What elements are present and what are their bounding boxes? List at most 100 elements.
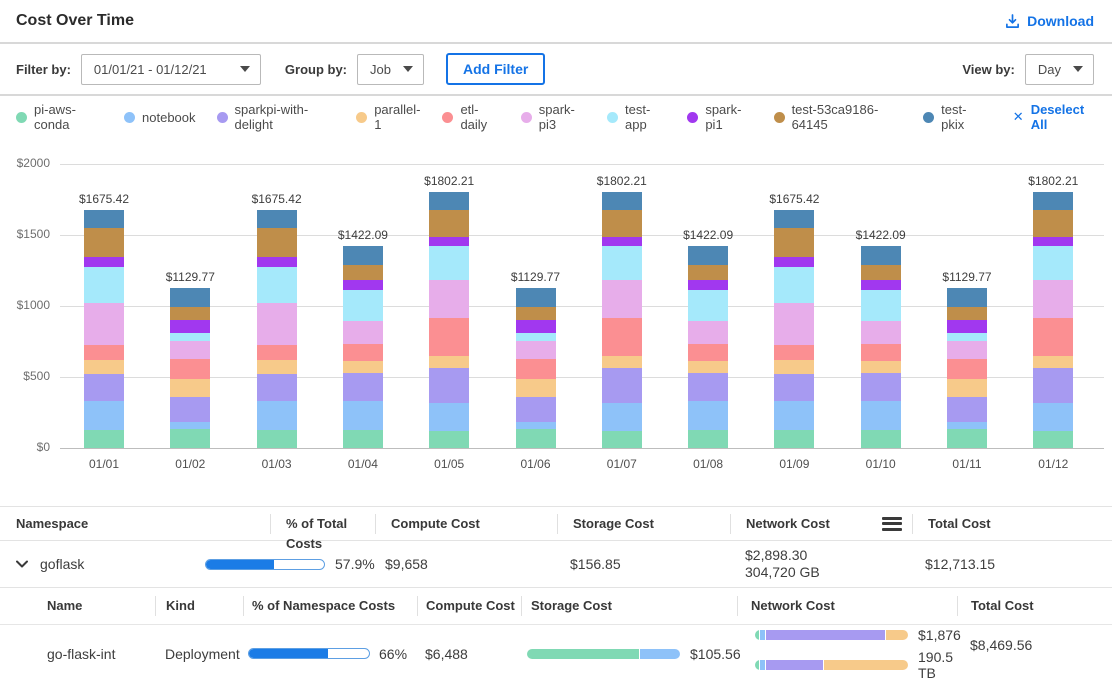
deselect-all-button[interactable]: ✕ Deselect All [1013,102,1096,132]
bar-segment-pi-aws-conda[interactable] [343,430,383,448]
bar-segment-parallel-1[interactable] [774,360,814,374]
bar-segment-test-53ca9186-64145[interactable] [947,307,987,321]
col-pct-namespace-costs[interactable]: % of Namespace Costs [243,596,417,616]
legend-item-test-53ca9186-64145[interactable]: test-53ca9186-64145 [774,102,903,132]
bar-segment-sparkpi-with-delight[interactable] [516,397,556,422]
bar-segment-parallel-1[interactable] [516,379,556,397]
bar-segment-spark-pi3[interactable] [861,321,901,344]
legend-item-pi-aws-conda[interactable]: pi-aws-conda [16,102,103,132]
legend-item-sparkpi-with-delight[interactable]: sparkpi-with-delight [217,102,336,132]
bar-segment-parallel-1[interactable] [602,356,642,368]
bar-segment-test-pkix[interactable] [516,288,556,307]
bar-segment-spark-pi3[interactable] [516,341,556,360]
legend-item-test-pkix[interactable]: test-pkix [923,102,984,132]
bar-stack-01/08[interactable] [688,246,728,448]
bar-segment-sparkpi-with-delight[interactable] [861,373,901,401]
bar-segment-test-53ca9186-64145[interactable] [343,265,383,280]
bar-segment-etl-daily[interactable] [170,359,210,379]
bar-segment-test-app[interactable] [602,246,642,281]
bar-segment-notebook[interactable] [343,401,383,430]
bar-segment-spark-pi1[interactable] [602,237,642,246]
bar-segment-pi-aws-conda[interactable] [861,430,901,448]
bar-segment-etl-daily[interactable] [688,344,728,361]
bar-segment-parallel-1[interactable] [257,360,297,374]
bar-segment-test-53ca9186-64145[interactable] [170,307,210,321]
bar-segment-pi-aws-conda[interactable] [1033,431,1073,448]
bar-segment-spark-pi1[interactable] [516,320,556,332]
bar-stack-01/07[interactable] [602,192,642,448]
bar-segment-notebook[interactable] [516,422,556,430]
col-network-cost[interactable]: Network Cost [730,514,882,534]
bar-stack-01/11[interactable] [947,288,987,448]
col-total-cost[interactable]: Total Cost [912,514,1112,534]
bar-segment-parallel-1[interactable] [343,361,383,373]
bar-segment-test-pkix[interactable] [861,246,901,265]
bar-segment-pi-aws-conda[interactable] [516,429,556,448]
bar-segment-spark-pi3[interactable] [947,341,987,360]
bar-segment-notebook[interactable] [257,401,297,430]
legend-item-etl-daily[interactable]: etl-daily [442,102,499,132]
col-network-cost[interactable]: Network Cost [737,596,957,616]
bar-segment-test-app[interactable] [84,267,124,303]
bar-segment-test-app[interactable] [947,333,987,341]
col-namespace[interactable]: Namespace [16,514,270,534]
col-kind[interactable]: Kind [155,596,243,616]
col-compute-cost[interactable]: Compute Cost [417,596,521,616]
bar-segment-test-53ca9186-64145[interactable] [1033,210,1073,237]
bar-stack-01/12[interactable] [1033,192,1073,448]
col-storage-cost[interactable]: Storage Cost [557,514,730,534]
bar-segment-test-pkix[interactable] [1033,192,1073,210]
bar-segment-test-pkix[interactable] [602,192,642,210]
bar-segment-test-app[interactable] [516,333,556,341]
bar-segment-etl-daily[interactable] [774,345,814,360]
bar-segment-notebook[interactable] [774,401,814,430]
bar-segment-notebook[interactable] [170,422,210,430]
bar-segment-etl-daily[interactable] [1033,318,1073,356]
add-filter-button[interactable]: Add Filter [446,53,545,85]
bar-segment-spark-pi3[interactable] [1033,280,1073,318]
bar-segment-pi-aws-conda[interactable] [170,429,210,448]
bar-segment-pi-aws-conda[interactable] [947,429,987,448]
bar-segment-test-app[interactable] [343,290,383,321]
bar-segment-test-53ca9186-64145[interactable] [774,228,814,257]
bar-stack-01/05[interactable] [429,192,469,448]
bar-segment-sparkpi-with-delight[interactable] [257,374,297,402]
bar-segment-test-app[interactable] [429,246,469,281]
bar-segment-test-53ca9186-64145[interactable] [429,210,469,237]
bar-segment-test-app[interactable] [861,290,901,321]
bar-segment-notebook[interactable] [84,401,124,430]
col-name[interactable]: Name [32,596,155,616]
bar-segment-spark-pi1[interactable] [170,320,210,332]
bar-segment-test-app[interactable] [170,333,210,341]
bar-segment-spark-pi1[interactable] [1033,237,1073,246]
bar-segment-test-pkix[interactable] [947,288,987,307]
bar-segment-test-53ca9186-64145[interactable] [602,210,642,237]
bar-segment-notebook[interactable] [429,403,469,431]
bar-segment-test-pkix[interactable] [429,192,469,210]
bar-segment-sparkpi-with-delight[interactable] [343,373,383,401]
bar-segment-sparkpi-with-delight[interactable] [774,374,814,402]
bar-segment-test-pkix[interactable] [688,246,728,265]
bar-segment-etl-daily[interactable] [84,345,124,360]
bar-segment-pi-aws-conda[interactable] [429,431,469,448]
col-total-cost[interactable]: Total Cost [957,596,1112,616]
bar-segment-test-53ca9186-64145[interactable] [688,265,728,280]
bar-stack-01/02[interactable] [170,288,210,448]
bar-segment-etl-daily[interactable] [429,318,469,356]
bar-segment-spark-pi1[interactable] [257,257,297,267]
view-by-select[interactable]: Day [1025,54,1094,85]
bar-segment-parallel-1[interactable] [429,356,469,368]
workload-name[interactable]: go-flask-int [32,646,155,662]
bar-segment-pi-aws-conda[interactable] [774,430,814,448]
bar-segment-test-pkix[interactable] [257,210,297,228]
bar-segment-sparkpi-with-delight[interactable] [429,368,469,403]
bar-segment-notebook[interactable] [861,401,901,430]
bar-stack-01/03[interactable] [257,210,297,448]
bar-segment-spark-pi3[interactable] [257,303,297,345]
namespace-name[interactable]: goflask [40,556,84,572]
bar-segment-spark-pi1[interactable] [688,280,728,290]
bar-segment-etl-daily[interactable] [516,359,556,379]
legend-item-spark-pi3[interactable]: spark-pi3 [521,102,586,132]
legend-item-parallel-1[interactable]: parallel-1 [356,102,421,132]
bar-stack-01/09[interactable] [774,210,814,448]
